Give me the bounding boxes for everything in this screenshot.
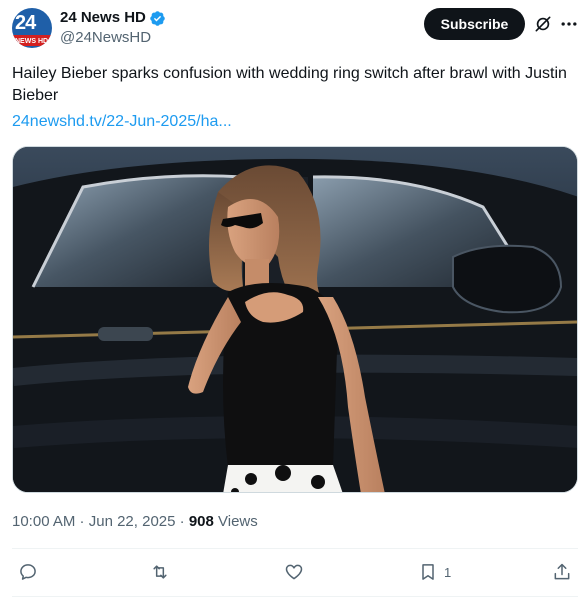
meta-separator: · (175, 513, 189, 530)
tweet-link[interactable]: 24newshd.tv/22-Jun-2025/ha... (12, 111, 232, 133)
subscribe-button[interactable]: Subscribe (424, 8, 525, 40)
repost-icon (153, 565, 167, 579)
handle[interactable]: @24NewsHD (60, 28, 166, 48)
divider (12, 596, 578, 597)
tweet-time[interactable]: 10:00 AM (12, 513, 75, 530)
repost-button[interactable] (150, 558, 170, 586)
meta-separator: · (75, 513, 89, 530)
like-icon (285, 564, 303, 580)
share-button[interactable] (552, 558, 572, 586)
reply-button[interactable] (18, 558, 38, 586)
avatar[interactable]: 24 NEWS HD (12, 8, 52, 48)
tweet-date[interactable]: Jun 22, 2025 (89, 513, 176, 530)
tweet-text: Hailey Bieber sparks confusion with wedd… (12, 65, 567, 104)
avatar-logo-number: 24 (15, 12, 36, 34)
bookmark-count: 1 (444, 564, 452, 580)
display-name[interactable]: 24 News HD (60, 8, 146, 28)
action-bar: 1 (12, 558, 578, 586)
display-name-row[interactable]: 24 News HD (60, 8, 166, 28)
like-button[interactable] (284, 558, 304, 586)
photo-woman-by-black-car (13, 147, 577, 492)
views-label: Views (213, 513, 258, 530)
author-names: 24 News HD @24NewsHD (60, 8, 166, 48)
verified-badge-icon (150, 10, 165, 26)
reply-icon (20, 564, 36, 580)
bookmark-icon (422, 564, 434, 580)
avatar-logo-text: NEWS HD (15, 38, 49, 45)
divider (12, 548, 578, 549)
tweet-media-photo[interactable] (12, 146, 578, 493)
tweet-meta: 10:00 AM · Jun 22, 2025 · 908 Views (12, 512, 258, 532)
bookmark-button[interactable]: 1 (418, 558, 451, 586)
more-icon[interactable] (559, 14, 579, 34)
tweet-header: 24 NEWS HD 24 News HD @24NewsHD Subscrib… (12, 8, 577, 48)
share-icon (554, 563, 570, 580)
grok-icon[interactable] (533, 14, 553, 34)
views-count: 908 (188, 513, 214, 530)
